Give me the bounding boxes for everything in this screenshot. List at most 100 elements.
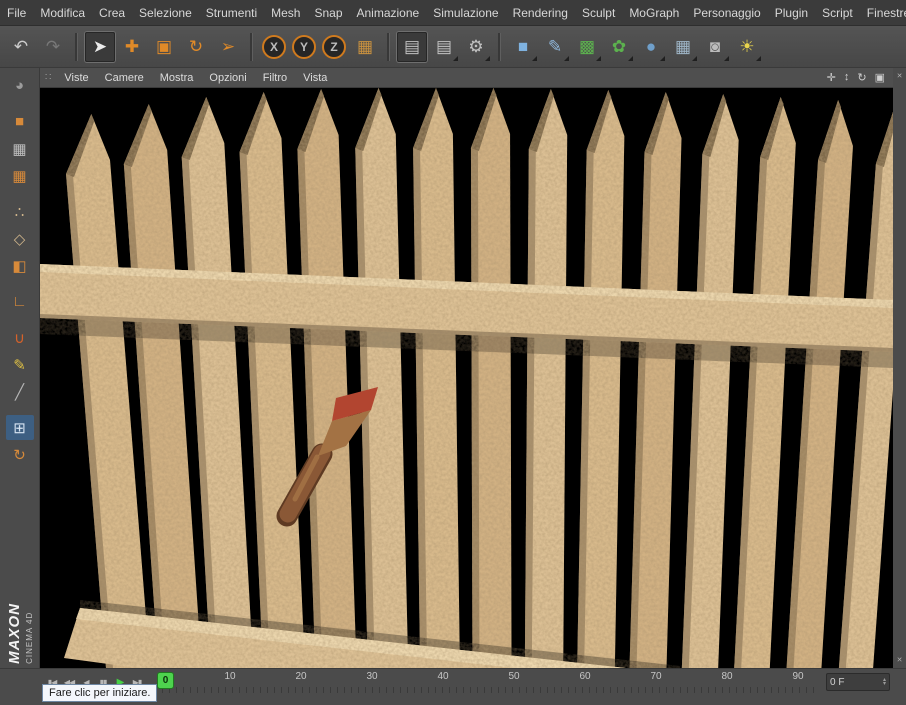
viewport-3d[interactable] [40, 88, 893, 668]
toolbar-divider [250, 32, 253, 61]
snap-toggle-button[interactable]: ⊞ [5, 415, 34, 440]
viewport-menubar: ∷ Viste Camere Mostra Opzioni Filtro Vista ✛ ↕… [40, 68, 893, 88]
right-edge-strip: ✕ ✕ [893, 68, 906, 668]
timeline-tick-label: 20 [295, 671, 307, 682]
frame-field[interactable]: 0 F ▴ ▾ [826, 673, 890, 691]
viewport-menu-item[interactable]: Filtro [255, 72, 295, 84]
scale-tool[interactable]: ▣ [149, 32, 179, 62]
timeline-tick-label: 40 [437, 671, 449, 682]
toolbar-divider [387, 32, 390, 61]
viewport-nav-icons: ✛ ↕ ↻ ▣ [827, 71, 893, 84]
menu-item[interactable]: Finestre [860, 6, 906, 20]
maxon-logo: MAXON [5, 603, 23, 664]
add-cube-button[interactable]: ■ [508, 32, 538, 62]
polygons-mode-button[interactable]: ◧ [6, 253, 34, 278]
workplane-mode-button[interactable]: ▦ [6, 163, 34, 188]
timeline-tick-label: 70 [650, 671, 662, 682]
viewport-menu-item[interactable]: Camere [97, 72, 152, 84]
viewport-menus: Viste Camere Mostra Opzioni Filtro Vista [56, 72, 335, 84]
menu-item[interactable]: MoGraph [622, 6, 686, 20]
timeline-tick-label: 10 [224, 671, 236, 682]
camera-button[interactable]: ◙ [700, 32, 730, 62]
light-button[interactable]: ☀ [732, 32, 762, 62]
drag-handle-icon[interactable]: ∷ [40, 72, 56, 83]
panel-menu-icon[interactable]: ✕ [897, 72, 903, 80]
rotate-view-icon[interactable]: ↻ [857, 71, 866, 84]
viewport-menu-item[interactable]: Vista [295, 72, 335, 84]
coordinate-system-button[interactable]: ▦ [350, 32, 380, 62]
move-view-icon[interactable]: ✛ [827, 71, 836, 84]
texture-mode-button[interactable]: ▦ [6, 136, 34, 161]
viewport-menu-item[interactable]: Mostra [152, 72, 202, 84]
frame-value: 0 F [830, 676, 845, 688]
lock-x-axis-button[interactable]: X [262, 34, 286, 59]
lock-y-axis-button[interactable]: Y [292, 34, 316, 59]
menu-item[interactable]: Plugin [768, 6, 815, 20]
panel-close-icon[interactable]: ✕ [897, 656, 903, 664]
tooltip-text: Fare clic per iniziare. [49, 687, 151, 699]
brush-tool-button[interactable]: ✎ [6, 352, 34, 377]
timeline-tick-label: 80 [721, 671, 733, 682]
viewport-menu-item[interactable]: Opzioni [201, 72, 254, 84]
cloner-button[interactable]: ✿ [604, 32, 634, 62]
undo-button[interactable]: ↶ [6, 32, 36, 62]
volume-button[interactable]: ● [636, 32, 666, 62]
subdivision-surface-button[interactable]: ▩ [572, 32, 602, 62]
fence-scene [40, 88, 893, 668]
zoom-view-icon[interactable]: ↕ [844, 71, 850, 84]
timeline-left-pad [0, 669, 40, 695]
menubar: File Modifica Crea Selezione Strumenti Mesh Sn… [0, 0, 906, 26]
menu-item[interactable]: Simulazione [426, 6, 505, 20]
magnet-tool-button[interactable]: ∪ [6, 325, 34, 350]
cinema4d-logo: CINEMA 4D [24, 611, 34, 664]
timeline-tick-label: 30 [366, 671, 378, 682]
menu-item[interactable]: Selezione [132, 6, 199, 20]
enable-axis-button[interactable]: ∟ [6, 289, 34, 314]
lock-z-axis-button[interactable]: Z [322, 34, 346, 59]
menu-item[interactable]: Sculpt [575, 6, 622, 20]
redo-button[interactable]: ↷ [38, 32, 68, 62]
menu-item[interactable]: Personaggio [686, 6, 767, 20]
render-settings-button[interactable]: ⚙ [461, 32, 491, 62]
workplane-rotate-button[interactable]: ↻ [6, 442, 34, 467]
timeline-tick-label: 90 [792, 671, 804, 682]
menu-item[interactable]: Mesh [264, 6, 307, 20]
viewport-panel: ∷ Viste Camere Mostra Opzioni Filtro Vista ✛ ↕… [40, 68, 893, 668]
frame-stepper-icons[interactable]: ▴ ▾ [883, 677, 886, 687]
toolbar-divider [498, 32, 501, 61]
menu-item[interactable]: Rendering [506, 6, 575, 20]
model-mode-button[interactable]: ■ [6, 109, 34, 134]
menu-item[interactable]: Strumenti [199, 6, 264, 20]
view-tool-button[interactable]: ◕ [6, 73, 34, 98]
menu-item[interactable]: Snap [307, 6, 349, 20]
brand: MAXON CINEMA 4D [0, 603, 39, 664]
cinema4d-window: File Modifica Crea Selezione Strumenti Mesh Sn… [0, 0, 906, 705]
toolbar: ↶ ↷ ➤ ✚ ▣ ↻ ➢ X Y Z ▦ ▤ ▤ ⚙ ■ ✎ ▩ ✿ ● ▦ ◙ ☀ [0, 26, 906, 68]
rotate-tool[interactable]: ↻ [181, 32, 211, 62]
main-area: ◕ ■ ▦ ▦ ∴ ◇ ◧ ∟ ∪ ✎ ╱ ⊞ ↻ MAXON CINEMA 4D ∷ Viste Cam… [0, 68, 906, 668]
tooltip: Fare clic per iniziare. [42, 684, 158, 702]
line-cut-button[interactable]: ╱ [6, 379, 34, 404]
current-frame-marker[interactable]: 0 [157, 672, 174, 689]
timeline-tick-label: 60 [579, 671, 591, 682]
left-toolbar: ◕ ■ ▦ ▦ ∴ ◇ ◧ ∟ ∪ ✎ ╱ ⊞ ↻ MAXON CINEMA 4D [0, 68, 40, 668]
viewport-menu-item[interactable]: Viste [56, 72, 96, 84]
render-view-button[interactable]: ▤ [397, 31, 427, 62]
last-used-tool[interactable]: ➢ [213, 32, 243, 62]
toolbar-divider [75, 32, 78, 61]
toggle-view-icon[interactable]: ▣ [875, 71, 885, 84]
edges-mode-button[interactable]: ◇ [6, 226, 34, 251]
floor-button[interactable]: ▦ [668, 32, 698, 62]
mode-tool-palette: ◕ ■ ▦ ▦ ∴ ◇ ◧ ∟ ∪ ✎ ╱ ⊞ ↻ [5, 72, 34, 468]
spline-pen-button[interactable]: ✎ [540, 32, 570, 62]
menu-item[interactable]: Animazione [350, 6, 427, 20]
points-mode-button[interactable]: ∴ [6, 199, 34, 224]
menu-item[interactable]: Crea [92, 6, 132, 20]
timeline-ruler[interactable]: 0 10 20 30 40 50 60 70 80 90 [155, 671, 820, 693]
menu-item[interactable]: Modifica [33, 6, 92, 20]
live-selection-tool[interactable]: ➤ [85, 31, 115, 62]
menu-item[interactable]: File [0, 6, 33, 20]
render-picture-viewer-button[interactable]: ▤ [429, 32, 459, 62]
move-tool[interactable]: ✚ [117, 32, 147, 62]
menu-item[interactable]: Script [815, 6, 860, 20]
